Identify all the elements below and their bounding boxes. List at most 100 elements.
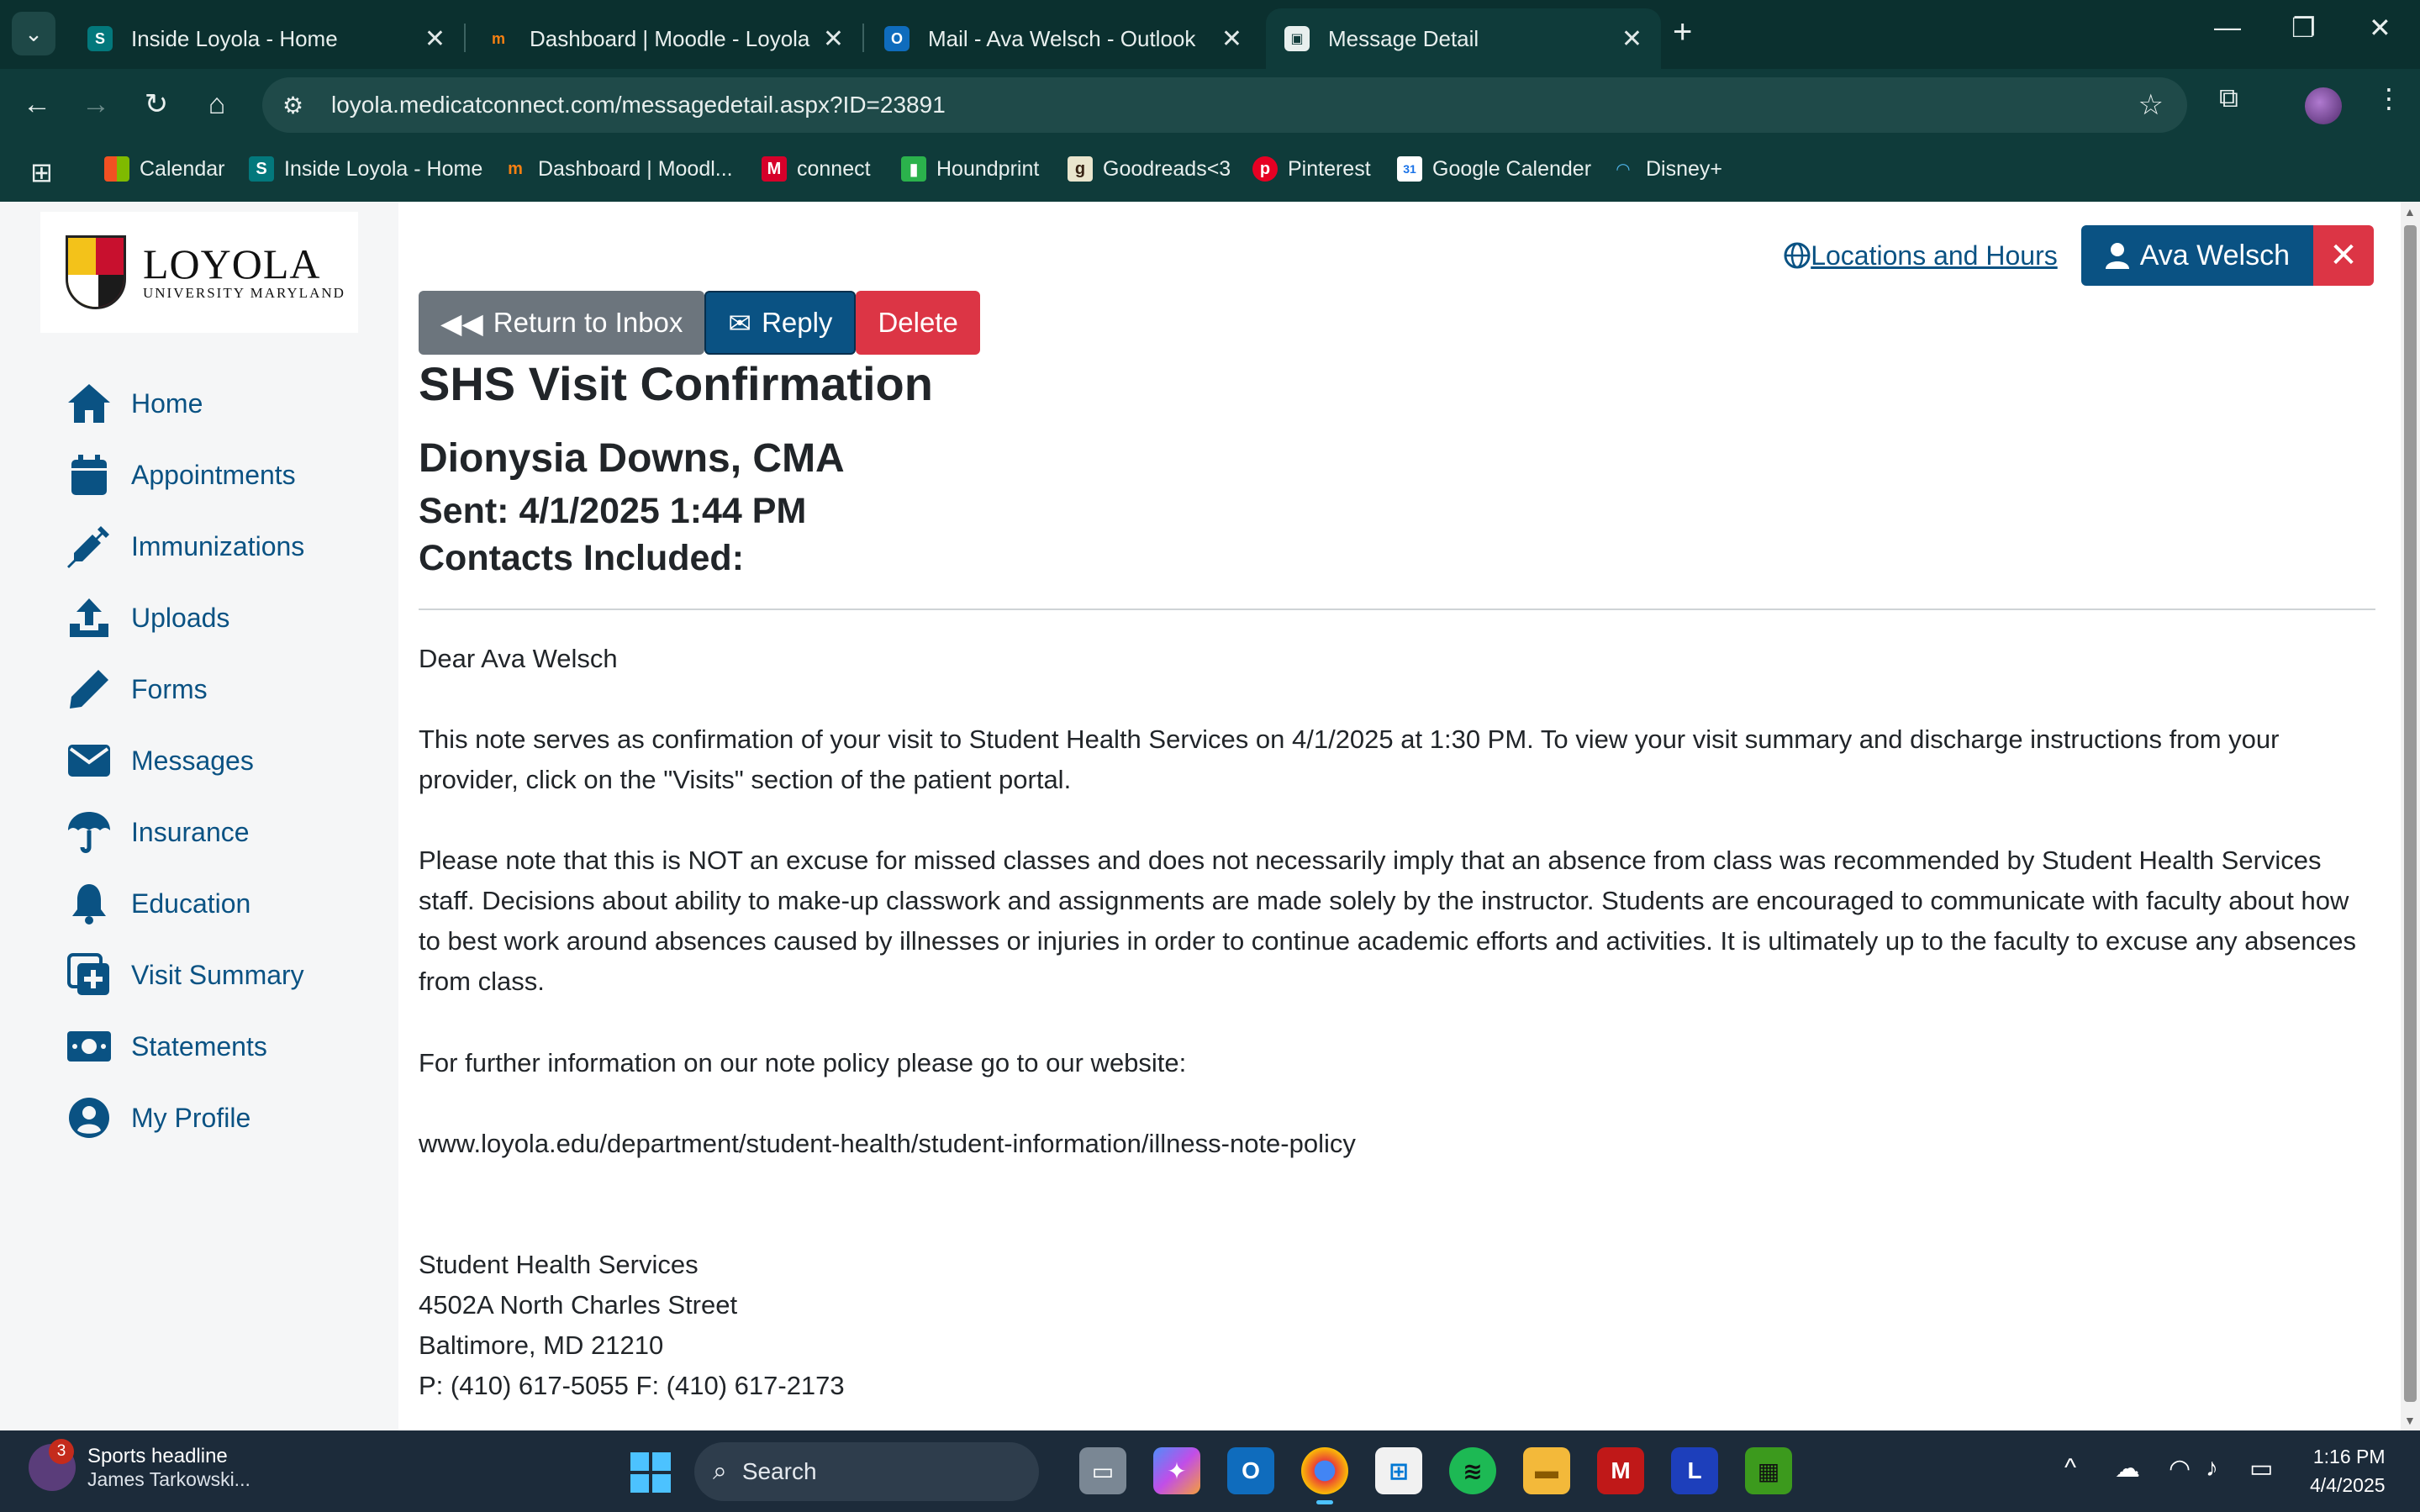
- sharepoint-icon: S: [249, 156, 274, 182]
- sharepoint-icon: S: [87, 26, 113, 51]
- user-menu-button[interactable]: Ava Welsch: [2080, 225, 2313, 286]
- extensions-icon[interactable]: ⧉: [2219, 82, 2238, 114]
- scroll-up-icon[interactable]: ▲: [2404, 205, 2416, 219]
- close-icon: ✕: [2329, 237, 2358, 274]
- bookmark-houndprint[interactable]: ▮ Houndprint: [901, 156, 1039, 182]
- upload-icon: [66, 594, 113, 641]
- message-actions: ◀◀ Return to Inbox ✉ Reply Delete: [419, 291, 980, 355]
- bookmark-inside-loyola[interactable]: S Inside Loyola - Home: [249, 156, 482, 182]
- sidebar-item-forms[interactable]: Forms: [66, 666, 208, 713]
- bookmark-disney[interactable]: ◠ Disney+: [1611, 156, 1722, 182]
- profile-avatar[interactable]: [2305, 87, 2342, 124]
- microsoft-store-icon[interactable]: ⊞: [1375, 1447, 1422, 1494]
- sidebar-item-statements[interactable]: Statements: [66, 1023, 267, 1070]
- sidebar-item-education[interactable]: Education: [66, 880, 250, 927]
- close-window-icon[interactable]: ✕: [2369, 12, 2391, 44]
- scrollbar-thumb[interactable]: [2404, 225, 2417, 1402]
- wifi-icon[interactable]: ◠: [2169, 1454, 2191, 1483]
- scroll-down-icon[interactable]: ▼: [2404, 1414, 2416, 1427]
- tray-chevron-up-icon[interactable]: ^: [2064, 1454, 2076, 1483]
- logout-button[interactable]: ✕: [2313, 225, 2374, 286]
- system-clock[interactable]: 1:16 PM 4/4/2025: [2310, 1442, 2386, 1499]
- bookmark-calendar[interactable]: Calendar: [104, 156, 224, 182]
- bookmark-label: Disney+: [1646, 156, 1723, 181]
- minecraft-icon[interactable]: ▦: [1745, 1447, 1792, 1494]
- sidebar-item-visit-summary[interactable]: Visit Summary: [66, 951, 304, 998]
- windows-start-icon[interactable]: [630, 1452, 671, 1493]
- windows-taskbar: 3 Sports headline James Tarkowski... ⌕ S…: [0, 1430, 2420, 1512]
- sidebar-item-my-profile[interactable]: My Profile: [66, 1094, 250, 1141]
- bookmark-google-calendar[interactable]: 31 Google Calender: [1397, 156, 1591, 182]
- address-bar[interactable]: ⚙ loyola.medicatconnect.com/messagedetai…: [262, 77, 2187, 133]
- file-explorer-icon[interactable]: ▬: [1523, 1447, 1570, 1494]
- news-widget[interactable]: 3 Sports headline James Tarkowski...: [29, 1439, 250, 1491]
- chrome-icon[interactable]: [1301, 1447, 1348, 1504]
- close-tab-icon[interactable]: ✕: [424, 24, 446, 54]
- home-browser-icon[interactable]: ⌂: [195, 82, 239, 126]
- tab-outlook[interactable]: O Mail - Ava Welsch - Outlook ✕: [866, 8, 1261, 69]
- url-text[interactable]: loyola.medicatconnect.com/messagedetail.…: [331, 92, 946, 119]
- spotify-icon[interactable]: ≋: [1449, 1447, 1496, 1494]
- globe-icon: [1784, 242, 1811, 269]
- tab-moodle[interactable]: m Dashboard | Moodle - Loyola U ✕: [467, 8, 864, 69]
- browser-menu-icon[interactable]: ⋮: [2375, 82, 2402, 114]
- sidebar-item-immunizations[interactable]: Immunizations: [66, 523, 304, 570]
- bookmark-moodle[interactable]: m Dashboard | Moodl...: [503, 156, 733, 182]
- delete-button[interactable]: Delete: [856, 291, 980, 355]
- sidebar-item-messages[interactable]: Messages: [66, 737, 254, 784]
- sidebar-item-home[interactable]: Home: [66, 380, 203, 427]
- sidebar: LOYOLA UNIVERSITY MARYLAND Home Appointm…: [0, 202, 398, 1430]
- sidebar-item-appointments[interactable]: Appointments: [66, 451, 296, 498]
- header-actions: Locations and Hours Ava Welsch ✕: [1784, 225, 2374, 286]
- close-tab-icon[interactable]: ✕: [1221, 24, 1242, 54]
- bookmark-label: Dashboard | Moodl...: [538, 156, 733, 181]
- loyola-logo[interactable]: LOYOLA UNIVERSITY MARYLAND: [40, 212, 358, 333]
- message-sender: Dionysia Downs, CMA: [419, 436, 845, 481]
- message-title: SHS Visit Confirmation: [419, 357, 933, 410]
- back-icon[interactable]: ←: [15, 82, 59, 126]
- tab-inside-loyola[interactable]: S Inside Loyola - Home ✕: [69, 8, 466, 69]
- close-tab-icon[interactable]: ✕: [823, 24, 844, 54]
- taskbar-search[interactable]: ⌕ Search: [694, 1442, 1039, 1501]
- tab-title: Inside Loyola - Home: [131, 25, 338, 51]
- close-tab-icon[interactable]: ✕: [1621, 24, 1642, 54]
- loyola-app-icon[interactable]: L: [1671, 1447, 1718, 1494]
- signature-org: Student Health Services: [419, 1250, 699, 1279]
- sidebar-item-insurance[interactable]: Insurance: [66, 809, 250, 856]
- page-scrollbar[interactable]: ▲ ▼: [2401, 202, 2420, 1430]
- news-icon: 3: [29, 1439, 76, 1491]
- tab-message-detail[interactable]: ▣ Message Detail ✕: [1266, 8, 1661, 69]
- return-to-inbox-button[interactable]: ◀◀ Return to Inbox: [419, 291, 705, 355]
- bookmark-goodreads[interactable]: g Goodreads<3: [1068, 156, 1231, 182]
- locations-hours-link[interactable]: Locations and Hours: [1784, 240, 2058, 271]
- bookmark-star-icon[interactable]: ☆: [2138, 88, 2164, 122]
- sidebar-item-label: Insurance: [131, 816, 250, 847]
- outlook-icon[interactable]: O: [1227, 1447, 1274, 1494]
- reply-button[interactable]: ✉ Reply: [704, 291, 857, 355]
- volume-icon[interactable]: ♪: [2206, 1454, 2218, 1483]
- bookmark-connect[interactable]: M connect: [762, 156, 871, 182]
- site-info-icon[interactable]: ⚙: [282, 92, 316, 119]
- bookmark-pinterest[interactable]: p Pinterest: [1252, 156, 1371, 182]
- tab-search-button[interactable]: ⌄: [12, 12, 55, 55]
- medical-plus-icon: [66, 951, 113, 998]
- task-view-icon[interactable]: ▭: [1079, 1447, 1126, 1494]
- onedrive-icon[interactable]: ☁: [2115, 1454, 2140, 1483]
- mcafee-icon[interactable]: M: [1597, 1447, 1644, 1494]
- reply-label: Reply: [762, 307, 833, 338]
- apps-grid-icon[interactable]: ⊞: [30, 156, 53, 188]
- sidebar-item-label: Immunizations: [131, 530, 305, 561]
- bookmark-label: Google Calender: [1432, 156, 1592, 181]
- forward-icon[interactable]: →: [74, 82, 118, 126]
- tab-title: Message Detail: [1328, 25, 1479, 51]
- restore-icon[interactable]: ❐: [2291, 12, 2316, 44]
- bookmark-label: Inside Loyola - Home: [284, 156, 483, 181]
- user-name: Ava Welsch: [2139, 239, 2290, 271]
- sidebar-item-uploads[interactable]: Uploads: [66, 594, 229, 641]
- minimize-icon[interactable]: —: [2214, 12, 2241, 43]
- new-tab-button[interactable]: +: [1673, 13, 1692, 51]
- tab-separator: [862, 24, 864, 52]
- reload-icon[interactable]: ↻: [134, 82, 178, 126]
- copilot-icon[interactable]: ✦: [1153, 1447, 1200, 1494]
- battery-icon[interactable]: ▭: [2249, 1454, 2273, 1483]
